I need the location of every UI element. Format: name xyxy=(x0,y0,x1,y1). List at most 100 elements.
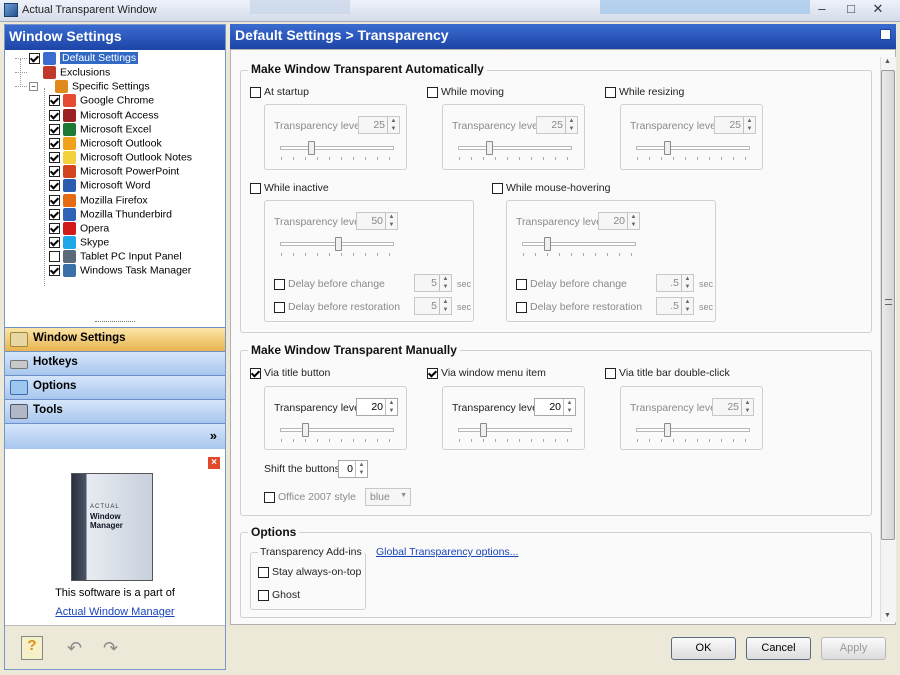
while-resizing-level-spinner[interactable]: 25 ▲ ▼ xyxy=(714,116,756,134)
tree-item[interactable]: Windows Task Manager xyxy=(49,264,191,278)
while-inactive-level-spinner[interactable]: 50 ▲ ▼ xyxy=(356,212,398,230)
while-hovering-level-slider[interactable] xyxy=(522,237,636,256)
office-style-combo[interactable]: blue ▼ xyxy=(365,488,411,506)
spinner-arrows-icon[interactable]: ▲ ▼ xyxy=(387,117,399,133)
while-hovering-delay-restore-spinner[interactable]: .5 ▲ ▼ xyxy=(656,297,694,315)
while-inactive-level-slider[interactable] xyxy=(280,237,394,256)
while-hovering-level-spinner[interactable]: 20 ▲ ▼ xyxy=(598,212,640,230)
tree-item[interactable]: − Specific Settings xyxy=(15,80,150,94)
tree-collapse-icon[interactable]: − xyxy=(29,82,38,92)
tree-item[interactable]: Microsoft Outlook Notes xyxy=(49,151,192,165)
nav-hotkeys[interactable]: Hotkeys xyxy=(5,351,225,375)
tree-item-checkbox[interactable] xyxy=(49,194,60,206)
tree-item[interactable]: Mozilla Firefox xyxy=(49,193,148,208)
scroll-up-icon[interactable]: ▲ xyxy=(884,58,891,65)
tree-item-checkbox[interactable] xyxy=(49,251,60,263)
nav-expand-chevron[interactable]: » xyxy=(5,423,225,449)
shift-buttons-spinner[interactable]: 0 ▲ ▼ xyxy=(338,460,368,478)
tree-item-checkbox[interactable] xyxy=(29,53,40,64)
ghost-option[interactable]: Ghost xyxy=(258,589,300,601)
while-inactive-option[interactable]: While inactive xyxy=(250,182,329,194)
minimize-button[interactable]: – xyxy=(807,0,837,19)
while-moving-option[interactable]: While moving xyxy=(427,86,504,98)
slider-thumb[interactable] xyxy=(486,141,493,155)
while-inactive-checkbox[interactable] xyxy=(250,182,261,194)
tree-item[interactable]: Opera xyxy=(49,221,109,236)
tree-item[interactable]: Microsoft Excel xyxy=(49,122,151,137)
at-startup-checkbox[interactable] xyxy=(250,86,261,98)
tree-item[interactable]: Mozilla Thunderbird xyxy=(49,207,172,222)
at-startup-level-spinner[interactable]: 25 ▲ ▼ xyxy=(358,116,400,134)
while-moving-level-spinner[interactable]: 25 ▲ ▼ xyxy=(536,116,578,134)
while-resizing-option[interactable]: While resizing xyxy=(605,86,684,98)
tree-item[interactable]: Tablet PC Input Panel xyxy=(49,250,182,264)
tree-item[interactable]: Exclusions xyxy=(15,66,110,80)
redo-icon[interactable]: ↷ xyxy=(103,638,127,658)
tree-item[interactable]: Microsoft PowerPoint xyxy=(49,165,179,179)
tree-item[interactable]: Skype xyxy=(49,235,109,250)
ok-button[interactable]: OK xyxy=(671,637,736,660)
slider-thumb[interactable] xyxy=(544,237,551,251)
cancel-button[interactable]: Cancel xyxy=(746,637,811,660)
spinner-arrows-icon[interactable]: ▲ ▼ xyxy=(439,275,451,291)
tree-item[interactable]: Microsoft Word xyxy=(49,179,150,193)
nav-window-settings[interactable]: Window Settings xyxy=(5,327,225,351)
splitter-gripper[interactable] xyxy=(95,321,135,324)
while-hovering-delay-change-checkbox[interactable] xyxy=(516,278,527,290)
spinner-arrows-icon[interactable]: ▲ ▼ xyxy=(681,275,693,291)
tree-item-checkbox[interactable] xyxy=(49,137,60,149)
settings-tree[interactable]: Default Settings Exclusions − Specific Sett… xyxy=(5,50,225,342)
stay-on-top-option[interactable]: Stay always-on-top xyxy=(258,566,361,578)
at-startup-level-slider[interactable] xyxy=(280,141,394,160)
slider-thumb[interactable] xyxy=(664,141,671,155)
while-hovering-delay-change-spinner[interactable]: .5 ▲ ▼ xyxy=(656,274,694,292)
tree-item[interactable]: Default Settings xyxy=(15,52,139,66)
while-moving-level-slider[interactable] xyxy=(458,141,572,160)
promo-link[interactable]: Actual Window Manager xyxy=(5,606,225,618)
tree-item-checkbox[interactable] xyxy=(49,208,60,220)
spinner-arrows-icon[interactable]: ▲ ▼ xyxy=(743,117,755,133)
office-style-checkbox[interactable] xyxy=(264,491,275,503)
while-hovering-delay-restore-checkbox[interactable] xyxy=(516,301,527,313)
scroll-down-icon[interactable]: ▼ xyxy=(884,612,891,619)
tree-item-checkbox[interactable] xyxy=(49,236,60,248)
while-inactive-delay-restore-checkbox[interactable] xyxy=(274,301,285,313)
tree-item[interactable]: Microsoft Access xyxy=(49,108,159,123)
tree-item-checkbox[interactable] xyxy=(49,109,60,121)
tree-item-checkbox[interactable] xyxy=(49,222,60,234)
tree-item-checkbox[interactable] xyxy=(49,166,60,178)
spinner-arrows-icon[interactable]: ▲ ▼ xyxy=(355,461,367,477)
close-button[interactable]: ✕ xyxy=(856,0,900,19)
stay-on-top-checkbox[interactable] xyxy=(258,566,269,578)
tree-item[interactable]: Microsoft Outlook xyxy=(49,136,162,151)
while-hovering-option[interactable]: While mouse-hovering xyxy=(492,182,610,194)
while-inactive-delay-restore-option[interactable]: Delay before restoration xyxy=(274,301,400,313)
tree-item-checkbox[interactable] xyxy=(49,180,60,192)
spinner-arrows-icon[interactable]: ▲ ▼ xyxy=(439,298,451,314)
window-titlebar[interactable]: Actual Transparent Window – □ ✕ xyxy=(0,0,900,22)
slider-thumb[interactable] xyxy=(335,237,342,251)
spinner-arrows-icon[interactable]: ▲ ▼ xyxy=(681,298,693,314)
nav-options[interactable]: Options xyxy=(5,375,225,399)
while-hovering-delay-change-option[interactable]: Delay before change xyxy=(516,278,627,290)
while-resizing-checkbox[interactable] xyxy=(605,86,616,98)
global-transparency-link[interactable]: Global Transparency options... xyxy=(376,546,518,558)
help-icon[interactable]: ? xyxy=(21,636,43,660)
ghost-checkbox[interactable] xyxy=(258,589,269,601)
nav-tools[interactable]: Tools xyxy=(5,399,225,423)
panel-collapse-icon[interactable] xyxy=(880,29,891,40)
while-resizing-level-slider[interactable] xyxy=(636,141,750,160)
spinner-arrows-icon[interactable]: ▲ ▼ xyxy=(385,213,397,229)
apply-button[interactable]: Apply xyxy=(821,637,886,660)
while-inactive-delay-restore-spinner[interactable]: 5 ▲ ▼ xyxy=(414,297,452,315)
tree-item-checkbox[interactable] xyxy=(49,95,60,107)
spinner-arrows-icon[interactable]: ▲ ▼ xyxy=(627,213,639,229)
at-startup-option[interactable]: At startup xyxy=(250,86,309,98)
while-inactive-delay-change-spinner[interactable]: 5 ▲ ▼ xyxy=(414,274,452,292)
slider-thumb[interactable] xyxy=(308,141,315,155)
tree-item-checkbox[interactable] xyxy=(49,152,60,164)
spinner-arrows-icon[interactable]: ▲ ▼ xyxy=(565,117,577,133)
while-hovering-delay-restore-option[interactable]: Delay before restoration xyxy=(516,301,642,313)
while-moving-checkbox[interactable] xyxy=(427,86,438,98)
scrollbar-thumb[interactable] xyxy=(881,70,895,540)
